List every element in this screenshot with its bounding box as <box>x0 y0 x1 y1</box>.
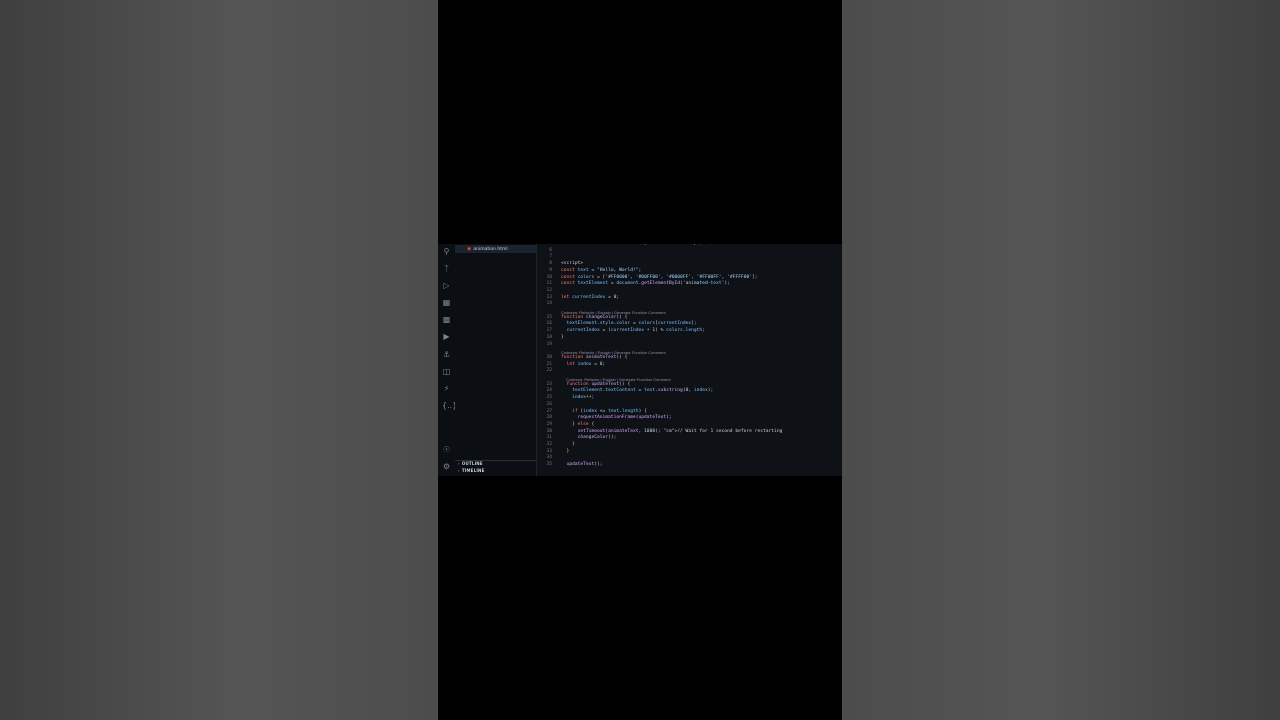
code-text: } <box>561 448 570 454</box>
code-line: 11 const textElement = document.getElemen… <box>536 281 842 288</box>
code-text: changeColor(); <box>577 435 617 441</box>
code-line: 28 requestAnimationFrame(updateText); <box>536 415 842 422</box>
line-number: 25 <box>546 395 552 401</box>
blurred-background-left <box>0 0 438 720</box>
database-icon[interactable]: ◫ <box>442 367 451 376</box>
timeline-panel-header[interactable]: › TIMELINE <box>458 468 485 474</box>
code-line: 33 } <box>536 449 842 456</box>
activity-bar: ⚲ ᛉ ▷ ▦ ▩ ▶ ⚓ ◫ ⚡ {..} ☉ ⚙ <box>438 244 457 476</box>
code-line: 25 index++; <box>536 395 842 402</box>
code-text: function animateText() { <box>561 354 628 360</box>
code-line: 17 currentIndex = (currentIndex + 1) % c… <box>536 328 842 335</box>
code-line: 32 } <box>536 442 842 449</box>
code-line: 35 updateText(); <box>536 462 842 469</box>
line-number: 9 <box>549 267 552 273</box>
line-number: 32 <box>546 442 552 447</box>
line-number: 14 <box>546 301 552 307</box>
code-text: if (index <= text.length) { <box>572 408 647 414</box>
code-editor-window: ⚲ ᛉ ▷ ▦ ▩ ▶ ⚓ ◫ ⚡ {..} ☉ ⚙ ◉ animation.ht… <box>438 244 842 476</box>
code-text: <script> <box>561 261 584 267</box>
chevron-right-icon: › <box>458 468 460 473</box>
code-line: 21 let index = 0; <box>536 362 842 369</box>
line-number: 17 <box>546 328 552 334</box>
code-line: 12 <box>536 288 842 295</box>
blurred-background-right <box>842 0 1280 720</box>
code-line: 18} <box>536 335 842 342</box>
explorer-file-label: animation.html <box>473 247 508 252</box>
code-text: currentIndex = (currentIndex + 1) % colo… <box>566 328 705 334</box>
code-line: 22 <box>536 368 842 375</box>
braces-icon[interactable]: {..} <box>442 401 457 410</box>
code-text: const textElement = document.getElementB… <box>561 281 730 287</box>
line-number: 35 <box>546 462 552 468</box>
code-text: index++; <box>572 395 595 401</box>
code-text: function changeColor() { <box>561 314 628 320</box>
source-control-icon[interactable]: ᛉ <box>442 264 451 273</box>
remote-explorer-icon[interactable]: ▩ <box>442 315 451 324</box>
line-number: 26 <box>546 401 552 407</box>
code-text: function updateText() { <box>566 381 631 387</box>
code-text: } else { <box>561 421 595 427</box>
search-icon[interactable]: ⚲ <box>442 247 451 256</box>
line-number: 29 <box>546 421 552 427</box>
code-text: let currentIndex = 0; <box>561 294 620 300</box>
code-line: 8 <script> <box>536 261 842 268</box>
line-number: 11 <box>546 281 552 287</box>
code-line: 6 <box>536 248 842 255</box>
explorer-sidebar: ◉ animation.html › OUTLINE › TIMELINE <box>455 244 537 476</box>
code-text: let index = 0; <box>566 361 606 367</box>
code-line: 9 const text = "Hello, World!"; <box>536 268 842 275</box>
run-debug-icon[interactable]: ▷ <box>442 281 451 290</box>
code-line: 20 function animateText() { <box>536 355 842 362</box>
explorer-file-animation-html[interactable]: ◉ animation.html <box>455 245 536 253</box>
code-area[interactable]: 5 <div id="animated-text" style="font-si… <box>536 244 842 476</box>
play-icon[interactable]: ▶ <box>442 332 451 341</box>
line-number: 31 <box>546 435 552 441</box>
code-text: const colors = ['#FF0000', '#00FF00', '#… <box>561 274 758 280</box>
code-text: <div id="animated-text" style="font-size… <box>561 244 724 246</box>
video-frame: ⚲ ᛉ ▷ ▦ ▩ ▶ ⚓ ◫ ⚡ {..} ☉ ⚙ ◉ animation.ht… <box>438 0 842 720</box>
docker-icon[interactable]: ⚓ <box>442 350 451 359</box>
timeline-label: TIMELINE <box>461 468 485 473</box>
code-line: 14 <box>536 301 842 308</box>
line-number: 8 <box>549 261 552 267</box>
code-text: } <box>561 442 575 447</box>
outline-panel-header[interactable]: › OUTLINE <box>458 461 483 467</box>
code-text: requestAnimationFrame(updateText); <box>577 415 672 421</box>
html-file-icon: ◉ <box>467 246 472 252</box>
outline-label: OUTLINE <box>461 461 483 466</box>
line-number: 19 <box>546 341 552 347</box>
code-text: updateText(); <box>566 462 603 468</box>
line-number: 20 <box>546 354 552 360</box>
settings-gear-icon[interactable]: ⚙ <box>442 462 451 471</box>
line-number: 22 <box>546 368 552 374</box>
code-line: 31 changeColor(); <box>536 435 842 442</box>
chevron-right-icon: › <box>458 461 460 466</box>
code-text: textElement.style.color = colors[current… <box>566 321 697 327</box>
code-text: textElement.textContent = text.substring… <box>572 388 714 394</box>
code-text: const text = "Hello, World!"; <box>561 267 642 273</box>
code-line: 26 <box>536 402 842 409</box>
line-number: 28 <box>546 415 552 421</box>
code-line: 19 <box>536 342 842 349</box>
code-text: setTimeout(animateText, 1000); "cm">// W… <box>577 428 783 434</box>
code-text: } <box>561 334 564 340</box>
lightning-icon[interactable]: ⚡ <box>442 384 451 393</box>
account-icon[interactable]: ☉ <box>442 445 451 454</box>
extensions-icon[interactable]: ▦ <box>442 298 451 307</box>
line-number: 12 <box>546 287 552 293</box>
code-line: 13 let currentIndex = 0; <box>536 295 842 302</box>
code-line: 29 } else { <box>536 422 842 429</box>
line-number: 18 <box>546 334 552 340</box>
